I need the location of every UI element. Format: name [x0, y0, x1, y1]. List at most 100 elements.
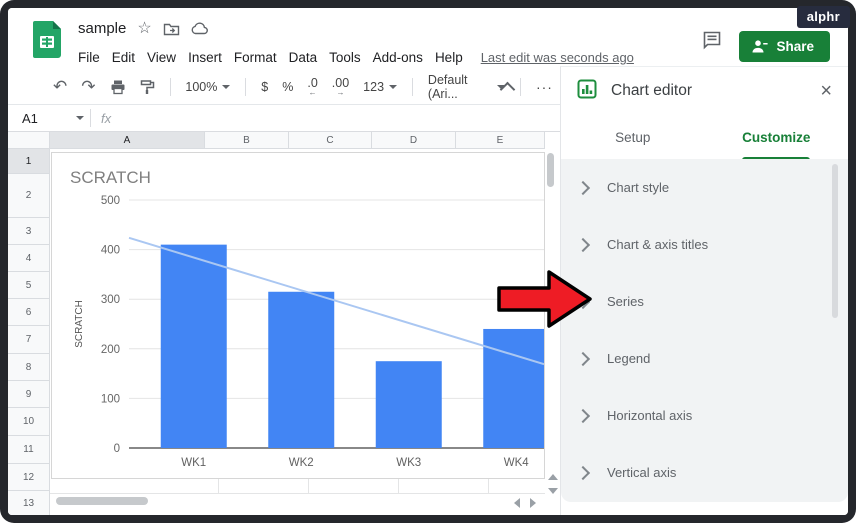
more-toolbar-button[interactable]: ···: [536, 79, 553, 95]
svg-text:100: 100: [101, 393, 120, 405]
column-header-E[interactable]: E: [456, 132, 545, 149]
menu-item-edit[interactable]: Edit: [106, 48, 141, 67]
menu-item-help[interactable]: Help: [429, 48, 469, 67]
row-header-13[interactable]: 13: [8, 491, 50, 515]
decrease-decimal-button[interactable]: .0 ←: [307, 77, 317, 97]
section-label: Vertical axis: [607, 465, 677, 480]
last-edit-status[interactable]: Last edit was seconds ago: [481, 50, 634, 65]
column-header-C[interactable]: C: [289, 132, 372, 149]
chevron-right-icon: [575, 465, 591, 480]
comment-history-icon[interactable]: [702, 30, 722, 55]
red-annotation-arrow: [497, 269, 593, 334]
increase-decimal-button[interactable]: .00 →: [332, 77, 349, 97]
tab-setup[interactable]: Setup: [561, 115, 705, 159]
undo-icon[interactable]: ↶: [53, 77, 67, 97]
bar-chart: 0 100 200 300 400 500 WK1 WK2 WK3 WK4 SCRATCH SCRAT…: [70, 168, 550, 469]
toolbar: ↶ ↷ 100% $ % .0 ← .00 → 123 Default (Ari..…: [8, 70, 560, 104]
format-percent-button[interactable]: %: [282, 80, 293, 94]
svg-text:0: 0: [114, 443, 120, 455]
select-all-corner[interactable]: [8, 132, 50, 149]
close-icon[interactable]: ×: [820, 81, 832, 101]
screenshot-frame: alphr sample ☆ File Edit View Insert For…: [0, 0, 856, 523]
scroll-right-icon[interactable]: [530, 498, 536, 508]
row-header-11[interactable]: 11: [8, 436, 50, 464]
row-header-1[interactable]: 1: [8, 149, 50, 174]
share-button[interactable]: Share: [739, 31, 830, 62]
row-header-6[interactable]: 6: [8, 299, 50, 326]
paint-format-icon[interactable]: [140, 79, 155, 95]
toolbar-divider: [245, 78, 247, 96]
grid-line: [218, 479, 219, 493]
zoom-select[interactable]: 100%: [185, 80, 231, 94]
section-legend[interactable]: Legend: [561, 330, 848, 387]
customize-sections: Chart style Chart & axis titles Series Lege…: [561, 159, 848, 502]
row-header-10[interactable]: 10: [8, 408, 50, 436]
horizontal-scrollbar-thumb[interactable]: [56, 497, 148, 505]
svg-text:500: 500: [101, 195, 120, 207]
name-box[interactable]: A1: [8, 111, 84, 126]
print-icon[interactable]: [110, 79, 126, 95]
vertical-scrollbar-thumb[interactable]: [547, 153, 554, 187]
section-label: Chart style: [607, 180, 670, 195]
chevron-right-icon: [575, 237, 591, 252]
menu-item-data[interactable]: Data: [283, 48, 324, 67]
grid-line: [50, 493, 545, 494]
svg-text:400: 400: [101, 245, 120, 257]
chart-editor-panel: Chart editor × Setup Customize Chart sty…: [560, 66, 848, 515]
chevron-right-icon: [575, 180, 591, 195]
grid-line: [488, 479, 489, 493]
svg-text:SCRATCH: SCRATCH: [74, 300, 85, 348]
section-chart-style[interactable]: Chart style: [561, 159, 848, 216]
column-header-B[interactable]: B: [205, 132, 289, 149]
column-header-A[interactable]: A: [50, 132, 205, 149]
menu-item-file[interactable]: File: [72, 48, 106, 67]
font-select[interactable]: Default (Ari...: [428, 73, 506, 101]
menu-bar: File Edit View Insert Format Data Tools Add-ons…: [72, 48, 634, 67]
row-header-9[interactable]: 9: [8, 381, 50, 408]
section-series[interactable]: Series: [561, 273, 848, 330]
format-currency-button[interactable]: $: [261, 80, 268, 94]
menu-item-addons[interactable]: Add-ons: [367, 48, 429, 67]
row-header-5[interactable]: 5: [8, 272, 50, 299]
section-label: Legend: [607, 351, 651, 366]
column-headers: ABCDE: [50, 132, 545, 149]
star-icon[interactable]: ☆: [137, 20, 151, 37]
row-header-4[interactable]: 4: [8, 245, 50, 272]
row-header-2[interactable]: 2: [8, 174, 50, 218]
cloud-saved-icon[interactable]: [191, 22, 209, 35]
svg-text:WK1: WK1: [181, 457, 206, 469]
section-chart-axis-titles[interactable]: Chart & axis titles: [561, 216, 848, 273]
menu-item-format[interactable]: Format: [228, 48, 283, 67]
menu-item-insert[interactable]: Insert: [182, 48, 228, 67]
svg-text:WK2: WK2: [289, 457, 314, 469]
menu-item-view[interactable]: View: [141, 48, 182, 67]
scroll-down-icon[interactable]: [548, 488, 558, 494]
scroll-up-icon[interactable]: [548, 474, 558, 480]
sheets-logo-icon[interactable]: [33, 21, 61, 63]
scroll-left-icon[interactable]: [514, 498, 520, 508]
toolbar-divider: [169, 78, 171, 96]
section-horizontal-axis[interactable]: Horizontal axis: [561, 387, 848, 444]
tab-customize[interactable]: Customize: [705, 115, 849, 160]
embedded-chart[interactable]: 0 100 200 300 400 500 WK1 WK2 WK3 WK4 SCRATCH SCRAT…: [51, 152, 550, 479]
section-vertical-axis[interactable]: Vertical axis: [561, 444, 848, 501]
redo-icon[interactable]: ↷: [81, 77, 95, 97]
alphr-watermark: alphr: [796, 6, 850, 28]
row-header-12[interactable]: 12: [8, 464, 50, 491]
formula-input[interactable]: [111, 105, 560, 131]
row-header-8[interactable]: 8: [8, 354, 50, 381]
chevron-right-icon: [575, 351, 591, 366]
row-header-7[interactable]: 7: [8, 326, 50, 354]
document-title[interactable]: sample: [78, 20, 126, 37]
row-header-3[interactable]: 3: [8, 218, 50, 245]
menu-item-tools[interactable]: Tools: [323, 48, 367, 67]
chart-editor-icon: [577, 79, 597, 104]
column-header-D[interactable]: D: [372, 132, 456, 149]
svg-text:200: 200: [101, 344, 120, 356]
number-format-menu[interactable]: 123: [363, 80, 398, 94]
panel-scrollbar-thumb[interactable]: [832, 164, 838, 318]
formula-bar: A1 fx: [8, 104, 560, 132]
grid-line: [398, 479, 399, 493]
move-folder-icon[interactable]: [163, 22, 180, 36]
panel-tabs: Setup Customize: [561, 115, 848, 160]
